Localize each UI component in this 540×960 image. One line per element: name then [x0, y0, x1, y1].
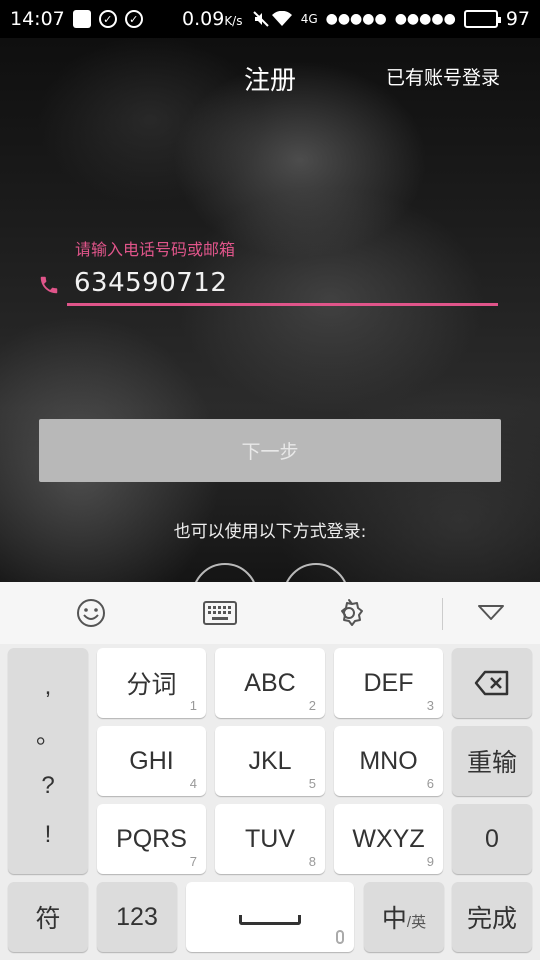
key-number: 4 [189, 776, 197, 791]
login-link[interactable]: 已有账号登录 [386, 63, 500, 90]
keyboard-icon[interactable] [202, 596, 238, 630]
mic-icon [336, 930, 344, 944]
space-icon [239, 915, 301, 925]
punct-period: 。 [36, 722, 60, 750]
battery-icon [463, 10, 501, 28]
signal-strength-1: ●●●●● [325, 11, 387, 27]
key-abc[interactable]: ABC 2 [215, 648, 325, 718]
key-pqrs[interactable]: PQRS 7 [97, 804, 206, 874]
wifi-icon [271, 11, 292, 26]
check-circle-icon: ✓ [98, 10, 117, 28]
phone-icon [40, 276, 58, 294]
network-type: 4G [300, 12, 318, 26]
chevron-down-icon[interactable] [473, 596, 509, 630]
signal-strength-2: ●●●●● [394, 11, 456, 27]
backspace-key[interactable] [452, 648, 532, 718]
network-speed: 0.09K/s [182, 8, 242, 30]
mute-icon [253, 11, 270, 27]
key-def[interactable]: DEF 3 [334, 648, 443, 718]
gear-icon[interactable] [331, 596, 367, 630]
symbols-key[interactable]: 符 [8, 882, 88, 952]
key-label: 分词 [126, 671, 177, 699]
language-switch-key[interactable]: 中/英 [364, 882, 444, 952]
key-number: 2 [308, 698, 316, 713]
zero-key[interactable]: 0 [452, 804, 532, 874]
punct-question: ? [41, 771, 55, 799]
speed-unit: K/s [224, 14, 243, 28]
input-underline [67, 303, 498, 306]
status-time: 14:07 [10, 8, 65, 30]
key-label: PQRS [116, 824, 187, 853]
key-number: 6 [426, 776, 434, 791]
key-label: GHI [129, 746, 174, 775]
key-label: JKL [248, 746, 292, 775]
key-number: 7 [189, 854, 197, 869]
key-mno[interactable]: MNO 6 [334, 726, 443, 796]
punct-exclamation: ! [44, 821, 52, 849]
key-number: 9 [426, 854, 434, 869]
lang-sub-label: /英 [406, 913, 427, 931]
key-number: 8 [308, 854, 316, 869]
notification-icon [72, 10, 91, 28]
space-key[interactable] [186, 882, 354, 952]
numbers-key[interactable]: 123 [97, 882, 177, 952]
key-number: 5 [308, 776, 316, 791]
backspace-icon [474, 670, 509, 696]
key-wxyz[interactable]: WXYZ 9 [334, 804, 443, 874]
lang-main-label: 中 [381, 905, 407, 933]
key-number: 1 [189, 698, 197, 713]
key-label: ABC [244, 668, 296, 697]
key-label: WXYZ [352, 824, 425, 853]
battery-level: 97 [505, 8, 530, 30]
next-step-button[interactable]: 下一步 [39, 419, 501, 482]
soft-keyboard: , 。 ? ! 分词 1 ABC 2 DEF 3 GHI 4 JKL 5 MNO… [0, 582, 540, 960]
emoji-icon[interactable] [73, 596, 109, 630]
other-login-text: 也可以使用以下方式登录: [173, 522, 367, 542]
punctuation-key[interactable]: , 。 ? ! [8, 648, 88, 874]
toolbar-divider [442, 598, 443, 630]
key-ghi[interactable]: GHI 4 [97, 726, 206, 796]
key-tuv[interactable]: TUV 8 [215, 804, 325, 874]
keyboard-toolbar [0, 582, 540, 644]
status-bar: 14:07 ✓ ✓ 0.09K/s 4G ●●●●● ●●●●● 97 [0, 0, 540, 38]
retype-key[interactable]: 重输 [452, 726, 532, 796]
check-circle-icon: ✓ [124, 10, 143, 28]
key-fenci[interactable]: 分词 1 [97, 648, 206, 718]
input-label: 请输入电话号码或邮箱 [75, 240, 236, 259]
key-number: 3 [426, 698, 434, 713]
speed-value: 0.09 [182, 8, 225, 30]
done-key[interactable]: 完成 [452, 882, 532, 952]
key-label: MNO [359, 746, 418, 775]
phone-email-input[interactable]: 634590712 [74, 268, 227, 298]
punct-comma: , [44, 672, 52, 700]
key-jkl[interactable]: JKL 5 [215, 726, 325, 796]
key-label: DEF [363, 668, 414, 697]
key-label: TUV [245, 824, 295, 853]
